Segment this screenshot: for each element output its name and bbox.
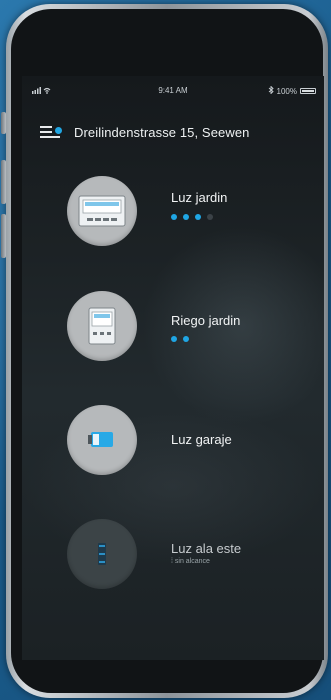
device-status-text: sin alcance (174, 558, 210, 565)
dimmer-switch-icon (98, 543, 106, 565)
device-circle (67, 519, 137, 589)
battery-percent: 100% (276, 86, 297, 96)
app-header: Dreilindenstrasse 15, Seewen (40, 122, 320, 142)
device-name: Luz ala este (171, 541, 242, 556)
menu-line (40, 131, 52, 133)
battery-icon (300, 88, 316, 94)
device-circle (67, 291, 137, 361)
menu-line (40, 126, 52, 128)
signal-dot (183, 336, 189, 342)
signal-dots (171, 336, 189, 342)
menu-line (40, 136, 60, 138)
timer-panel-icon (78, 195, 126, 227)
volume-down-button (1, 214, 6, 258)
device-status: ⁞ sin alcance (171, 558, 210, 565)
irrigation-controller-icon (88, 307, 116, 345)
volume-up-button (1, 160, 6, 204)
bluetooth-icon (268, 85, 274, 96)
signal-dot (171, 214, 177, 220)
app-screen: 9:41 AM 100% Dreilindenstrasse 15, Seewe… (22, 76, 324, 660)
signal-dot (183, 214, 189, 220)
device-circle (67, 405, 137, 475)
device-name: Luz garaje (171, 432, 232, 447)
device-item-luz-garaje[interactable]: Luz garaje (67, 405, 317, 475)
device-circle (67, 176, 137, 246)
signal-dot (171, 336, 177, 342)
menu-icon[interactable] (40, 125, 62, 139)
device-item-riego-jardin[interactable]: Riego jardin (67, 291, 317, 361)
signal-dot (207, 214, 213, 220)
mute-switch (1, 112, 6, 134)
signal-dot (195, 214, 201, 220)
signal-dots (171, 214, 213, 220)
battery-fill (302, 90, 314, 92)
device-name: Luz jardin (171, 190, 228, 205)
notification-dot-icon (55, 127, 62, 134)
page-title: Dreilindenstrasse 15, Seewen (74, 124, 250, 140)
switch-module-icon (88, 432, 113, 447)
scene: 9:41 AM 100% Dreilindenstrasse 15, Seewe… (0, 0, 331, 700)
status-bar: 9:41 AM 100% (22, 85, 324, 100)
device-item-luz-jardin[interactable]: Luz jardin (67, 176, 317, 246)
device-name: Riego jardin (171, 313, 241, 328)
device-item-luz-ala-este[interactable]: Luz ala este ⁞ sin alcance (67, 519, 317, 589)
status-right: 100% (268, 85, 316, 96)
